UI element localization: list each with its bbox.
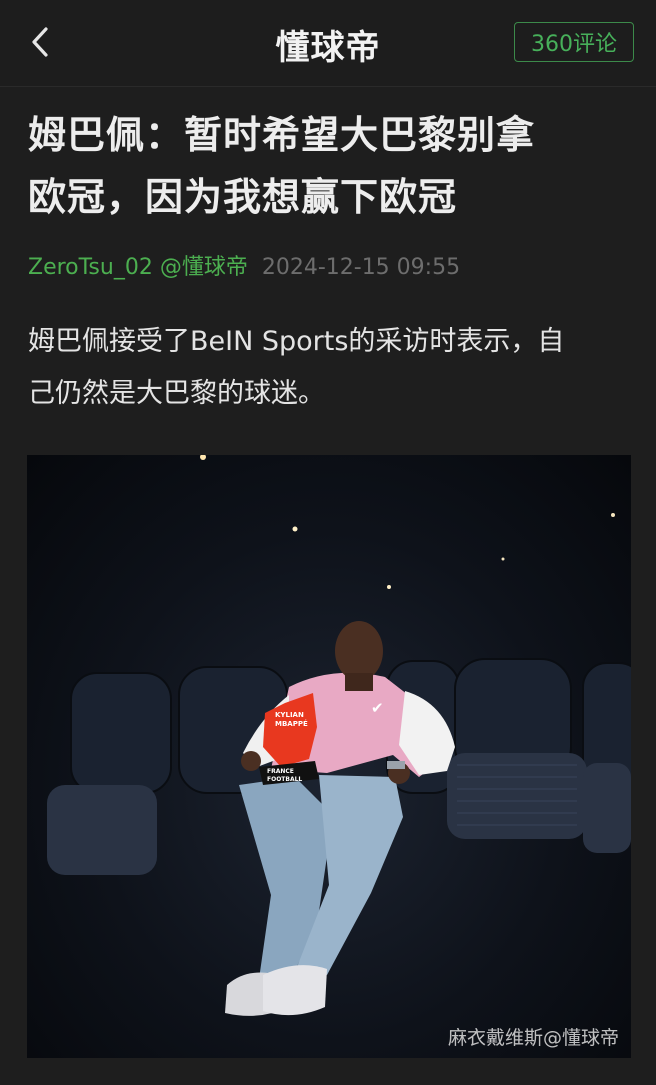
article-meta: ZeroTsu_02 @懂球帝 2024-12-15 09:55 [28, 252, 460, 284]
article-body: 姆巴佩接受了BeIN Sports的采访时表示，自 己仍然是大巴黎的球迷。 [28, 316, 632, 420]
top-bar: 懂球帝 360评论 [0, 0, 656, 87]
headline-line-2: 欧冠，因为我想赢下欧冠 [28, 175, 458, 219]
jacket-logo-icon: ✔ [371, 699, 384, 717]
headline-line-1: 姆巴佩：暂时希望大巴黎别拿 [28, 113, 536, 157]
ceiling-light [387, 585, 391, 589]
plaque-line-2: FOOTBALL [267, 776, 302, 783]
author-link[interactable]: ZeroTsu_02 @懂球帝 [28, 255, 248, 280]
publish-timestamp: 2024-12-15 09:55 [261, 255, 461, 280]
right-shoe [263, 965, 327, 1016]
trophy-name-line-2: MBAPPÉ [275, 719, 308, 728]
article-photo[interactable]: ✔ KYLIAN MBAPPÉ FRANCE FOOTBALL 麻衣戴维斯@懂球… [27, 455, 631, 1058]
ceiling-light [501, 557, 505, 561]
neck [345, 673, 373, 691]
wristwatch [387, 761, 405, 769]
article-headline: 姆巴佩：暂时希望大巴黎别拿 欧冠，因为我想赢下欧冠 [28, 104, 628, 228]
ceiling-light [200, 455, 206, 460]
photo-watermark: 麻衣戴维斯@懂球帝 [447, 1027, 619, 1049]
trophy-name-line-1: KYLIAN [275, 711, 304, 719]
plaque-line-1: FRANCE [267, 768, 294, 775]
article-page: 懂球帝 360评论 姆巴佩：暂时希望大巴黎别拿 欧冠，因为我想赢下欧冠 Zero… [0, 0, 656, 1085]
body-line-1: 姆巴佩接受了BeIN Sports的采访时表示，自 [28, 326, 565, 357]
left-hand [241, 751, 261, 771]
ceiling-light [292, 526, 298, 532]
comments-button[interactable]: 360评论 [514, 22, 634, 62]
photo-illustration: ✔ KYLIAN MBAPPÉ FRANCE FOOTBALL [47, 455, 631, 1016]
body-line-2: 己仍然是大巴黎的球迷。 [28, 378, 325, 409]
ceiling-light [611, 513, 615, 517]
head [335, 621, 383, 681]
